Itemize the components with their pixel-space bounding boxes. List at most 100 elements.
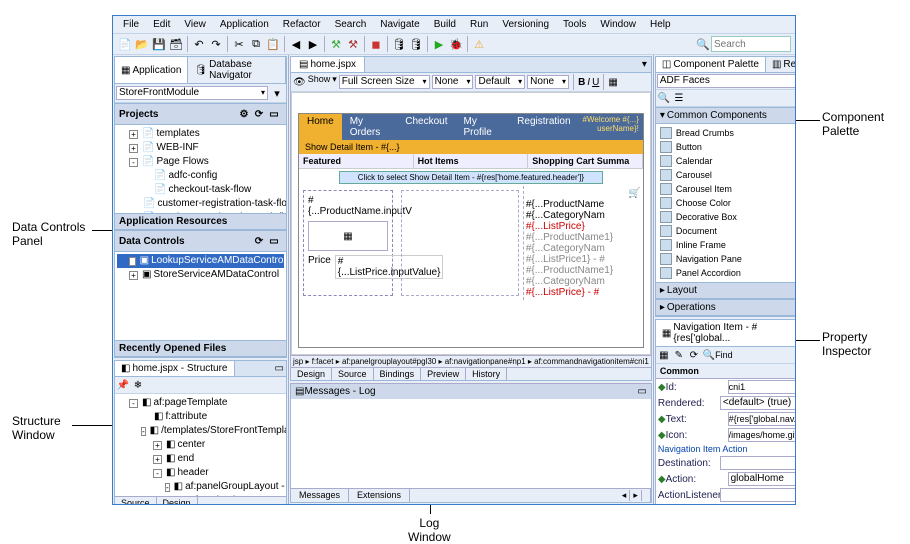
pi-icon1[interactable]: ▦ xyxy=(657,348,671,362)
minimize-icon[interactable]: ▭ xyxy=(273,361,286,376)
pi-icon2[interactable]: ✎ xyxy=(672,348,686,362)
app-resources-header[interactable]: Application Resources xyxy=(115,213,286,230)
project-tree[interactable]: +📄 templates+📄 WEB-INF-📄 Page Flows📄 adf… xyxy=(115,125,286,213)
structure-node[interactable]: +◧ end xyxy=(117,452,284,466)
palette-category[interactable]: ADF Faces xyxy=(657,74,795,88)
tab-list-icon[interactable]: ▾ xyxy=(642,59,647,70)
log-next-icon[interactable]: ▸ xyxy=(630,490,642,501)
log-close-icon[interactable]: ▭ xyxy=(637,386,646,397)
cut-icon[interactable]: ✂ xyxy=(231,36,247,52)
nav-orders[interactable]: My Orders xyxy=(342,114,398,140)
structure-node[interactable]: +◧ center xyxy=(117,438,284,452)
structure-node[interactable]: -◧ /templates/StoreFrontTemplate... xyxy=(117,424,284,438)
tab-history[interactable]: History xyxy=(466,368,507,380)
make-icon[interactable]: ⚒ xyxy=(328,36,344,52)
dc-refresh-icon[interactable]: ⟳ xyxy=(252,234,266,248)
common-section[interactable]: Common xyxy=(656,364,795,379)
nav-action-link[interactable]: Navigation Item Action xyxy=(656,443,795,455)
forward-icon[interactable]: ▶ xyxy=(305,36,321,52)
tab-design[interactable]: Design xyxy=(157,497,198,504)
copy-icon[interactable]: ⧉ xyxy=(248,36,264,52)
projects-header[interactable]: Projects ⚙ ⟳ ▭ xyxy=(115,103,286,125)
new-icon[interactable]: 📄 xyxy=(117,36,133,52)
terminate-icon[interactable]: ◼ xyxy=(368,36,384,52)
structure-tree[interactable]: -◧ af:pageTemplate◧ f:attribute-◧ /templ… xyxy=(115,394,286,496)
db-icon[interactable]: 🛢 xyxy=(391,36,407,52)
tab-palette[interactable]: ◫ Component Palette xyxy=(656,57,766,72)
refresh-icon[interactable]: ⟳ xyxy=(252,107,266,121)
tab-db-navigator[interactable]: 🛢 Database Navigator xyxy=(188,57,286,83)
align-icon[interactable]: ▦ xyxy=(608,77,617,88)
editor-tab-home[interactable]: ▤ home.jspx xyxy=(291,57,365,72)
tab-source[interactable]: Source xyxy=(332,368,374,380)
menu-file[interactable]: File xyxy=(117,17,145,32)
dc-filter-icon[interactable]: ▭ xyxy=(267,234,281,248)
tab-resources[interactable]: ▥ Re... xyxy=(766,57,795,72)
prop-al-input[interactable] xyxy=(720,488,795,502)
component-item[interactable]: Decorative Box xyxy=(658,210,795,224)
tree-node[interactable]: +📄 WEB-INF xyxy=(117,141,284,155)
hot-items-area[interactable] xyxy=(401,190,519,296)
nav-checkout[interactable]: Checkout xyxy=(397,114,455,140)
tab-design[interactable]: Design xyxy=(291,368,332,380)
recent-files-header[interactable]: Recently Opened Files xyxy=(115,340,286,357)
data-control-item[interactable]: +▣ LookupServiceAMDataControl xyxy=(117,254,284,268)
menu-run[interactable]: Run xyxy=(464,17,494,32)
structure-node[interactable]: -◧ header xyxy=(117,466,284,480)
tree-node[interactable]: 📄 checkout-task-flow xyxy=(117,183,284,197)
project-selector[interactable]: StoreFrontModule xyxy=(116,86,268,100)
structure-node[interactable]: ◧ f:attribute xyxy=(117,410,284,424)
menu-versioning[interactable]: Versioning xyxy=(496,17,555,32)
underline-icon[interactable]: U xyxy=(592,77,599,88)
tab-inspector[interactable]: ▦ Navigation Item - #{res['global... xyxy=(656,320,795,346)
prop-action-select[interactable]: globalHome xyxy=(728,472,795,486)
operations-header[interactable]: ▸ Operations xyxy=(656,299,795,316)
pi-icon3[interactable]: ⟳ xyxy=(687,348,701,362)
debug-icon[interactable]: 🐞 xyxy=(448,36,464,52)
menu-application[interactable]: Application xyxy=(214,17,275,32)
component-item[interactable]: Calendar xyxy=(658,154,795,168)
component-item[interactable]: Bread Crumbs xyxy=(658,126,795,140)
component-item[interactable]: Inline Frame xyxy=(658,238,795,252)
menu-window[interactable]: Window xyxy=(594,17,642,32)
component-item[interactable]: Carousel xyxy=(658,168,795,182)
structure-node[interactable]: -◧ af:panelGroupLayout - h xyxy=(117,480,284,494)
component-item[interactable]: Button xyxy=(658,140,795,154)
none-select-2[interactable]: None xyxy=(527,75,569,89)
tree-node[interactable]: +📄 templates xyxy=(117,127,284,141)
menu-tools[interactable]: Tools xyxy=(557,17,592,32)
menu-build[interactable]: Build xyxy=(428,17,462,32)
data-control-item[interactable]: +▣ StoreServiceAMDataControl xyxy=(117,268,284,282)
screen-size-select[interactable]: Full Screen Size xyxy=(339,75,430,89)
paste-icon[interactable]: 📋 xyxy=(265,36,281,52)
tab-bindings[interactable]: Bindings xyxy=(374,368,422,380)
layout-header[interactable]: ▸ Layout xyxy=(656,282,795,299)
menu-view[interactable]: View xyxy=(178,17,212,32)
data-controls-header[interactable]: Data Controls ⟳ ▭ xyxy=(115,230,286,252)
nav-home[interactable]: Home xyxy=(299,114,342,140)
pin-icon[interactable]: 📌 xyxy=(116,378,130,392)
filter-icon[interactable]: ⚙ xyxy=(237,107,251,121)
structure-node[interactable]: -◧ af:pageTemplate xyxy=(117,396,284,410)
default-select[interactable]: Default xyxy=(475,75,525,89)
breadcrumb[interactable]: jsp ▸ f:facet ▸ af:panelgrouplayout#pgl3… xyxy=(291,355,651,367)
tree-node[interactable]: 📄 adfc-config xyxy=(117,169,284,183)
menu-refactor[interactable]: Refactor xyxy=(277,17,327,32)
menu-navigate[interactable]: Navigate xyxy=(374,17,425,32)
nav-profile[interactable]: My Profile xyxy=(456,114,510,140)
data-controls-tree[interactable]: +▣ LookupServiceAMDataControl+▣ StoreSer… xyxy=(115,252,286,284)
db2-icon[interactable]: 🛢 xyxy=(408,36,424,52)
search-input[interactable] xyxy=(711,36,791,52)
tree-node[interactable]: -📄 Page Flows xyxy=(117,155,284,169)
pi-find-icon[interactable]: 🔍 xyxy=(702,348,716,362)
log-body[interactable] xyxy=(291,399,651,488)
log-prev-icon[interactable]: ◂ xyxy=(619,490,631,501)
menu-edit[interactable]: Edit xyxy=(147,17,176,32)
prop-icon-input[interactable] xyxy=(728,428,795,442)
component-item[interactable]: Panel Accordion xyxy=(658,266,795,280)
tree-node[interactable]: 📄 customer-registration-task-flow xyxy=(117,197,284,211)
open-icon[interactable]: 📂 xyxy=(134,36,150,52)
component-item[interactable]: Carousel Item xyxy=(658,182,795,196)
warning-icon[interactable]: ⚠ xyxy=(471,36,487,52)
nav-registration[interactable]: Registration xyxy=(509,114,578,140)
